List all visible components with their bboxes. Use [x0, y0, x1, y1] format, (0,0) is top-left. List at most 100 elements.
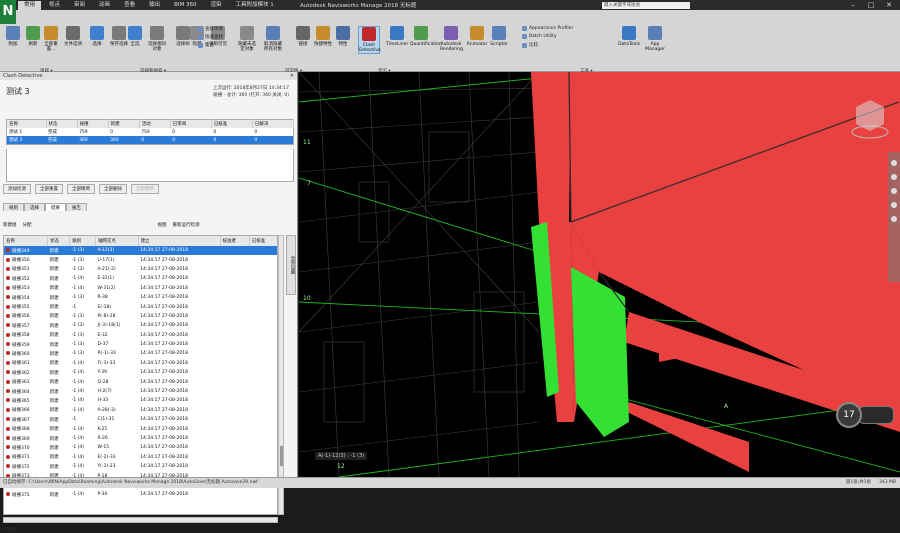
ribbon-button[interactable]: 全选	[124, 26, 146, 47]
result-row[interactable]: 碰撞352 新建 -1 (4) E-32(1) 14:34:17 27-08-2018	[4, 274, 277, 283]
tests-column-header[interactable]: 已解决	[252, 119, 295, 128]
menu-tab[interactable]: 输出	[143, 1, 166, 10]
ribbon-button[interactable]: 链接	[292, 26, 314, 47]
new-group-button[interactable]: 新建组	[3, 222, 17, 228]
ribbon-button[interactable]: Clash Detective	[358, 26, 381, 54]
ribbon-button[interactable]: Quantification	[410, 26, 442, 47]
result-row[interactable]: 碰撞350 新建 -1 (3) U-17(1) 14:34:17 27-08-2018	[4, 255, 277, 264]
menu-tab[interactable]: 动画	[93, 1, 116, 10]
menu-tab[interactable]: 审阅	[68, 1, 91, 10]
result-row[interactable]: 碰撞353 新建 -1 (4) W-31(2) 14:34:17 27-08-2018	[4, 284, 277, 293]
ribbon-small-item[interactable]: 集合	[198, 42, 214, 48]
result-row[interactable]: 碰撞359 新建 -1 (3) D-37 14:34:17 27-08-2018	[4, 340, 277, 349]
result-row[interactable]: 碰撞368 新建 -1 (4) K-25 14:34:17 27-08-2018	[4, 424, 277, 433]
ribbon-small-item[interactable]: 查找项目	[198, 26, 223, 32]
speed-panel[interactable]	[858, 406, 894, 424]
results-column-header[interactable]: 核准者	[220, 236, 250, 246]
look-icon[interactable]	[891, 202, 897, 208]
assign-button[interactable]: 分配	[23, 222, 32, 228]
result-row[interactable]: 碰撞356 新建 -1 (3) P(-8)-28 14:34:17 27-08-2018	[4, 312, 277, 321]
ribbon-button[interactable]: 取消隐藏所有对象	[262, 26, 284, 52]
result-row[interactable]: 碰撞375 新建 -1 (4) P-30 14:34:17 27-08-2018	[4, 490, 277, 499]
ribbon-small-item[interactable]: Batch Utility	[522, 34, 557, 39]
result-row[interactable]: 碰撞349 新建 -1 (3) A-12(3) 14:34:17 27-08-2018	[4, 246, 277, 256]
view-button[interactable]: 视图	[158, 222, 167, 228]
ribbon-button[interactable]: TimeLiner	[386, 26, 408, 47]
test-row[interactable]: 测试 3 完成 360 360 0 0 0 0	[6, 136, 294, 145]
results-column-header[interactable]: 名称	[4, 236, 49, 246]
result-row[interactable]: 碰撞351 新建 -1 (3) A-21(-2) 14:34:17 27-08-2018	[4, 265, 277, 274]
tests-column-header[interactable]: 已核准	[211, 119, 253, 128]
sub-tab[interactable]: 规则	[3, 203, 24, 211]
walk-icon[interactable]	[891, 216, 897, 222]
tests-column-header[interactable]: 新建	[108, 119, 140, 128]
ribbon-button[interactable]: 隐藏未选定对象	[236, 26, 258, 52]
results-column-header[interactable]: 已核准	[249, 236, 277, 246]
sub-tab[interactable]: 报告	[66, 203, 87, 211]
tests-column-header[interactable]: 名称	[6, 119, 47, 128]
tests-column-header[interactable]: 状态	[46, 119, 78, 128]
orbit-icon[interactable]	[891, 188, 897, 194]
ribbon-button[interactable]: 文件选项	[62, 26, 84, 47]
ribbon-button[interactable]: DataTools	[618, 26, 640, 47]
test-action-button[interactable]: 全部更新	[131, 184, 159, 194]
result-row[interactable]: 碰撞369 新建 -1 (4) R-26 14:34:17 27-08-2018	[4, 434, 277, 443]
results-column-header[interactable]: 级别	[69, 236, 96, 246]
ribbon-button[interactable]: 附加	[2, 26, 24, 47]
sub-tab[interactable]: 选择	[24, 203, 45, 211]
scrollbar-thumb[interactable]	[280, 446, 283, 466]
viewcube[interactable]	[850, 96, 890, 142]
3d-viewport[interactable]: 11 7 10 12 A 17 A(-1)-12(3): -1 (3)	[299, 72, 900, 477]
results-column-header[interactable]: 轴网交点	[95, 236, 139, 246]
walk-speed-widget[interactable]: 17	[836, 402, 896, 430]
rerun-button[interactable]: 重新运行检测	[173, 222, 200, 228]
minimize-icon[interactable]: –	[844, 0, 862, 10]
panel-close-icon[interactable]: ✕	[290, 72, 294, 80]
menu-tab[interactable]: 常用	[18, 1, 42, 10]
zoom-icon[interactable]	[891, 174, 897, 180]
ribbon-button[interactable]: 快捷特性	[312, 26, 334, 47]
result-row[interactable]: 碰撞372 新建 -1 (4) Y(-1)-23 14:34:17 27-08-2018	[4, 462, 277, 471]
result-row[interactable]: 碰撞363 新建 -1 (4) Q-28 14:34:17 27-08-2018	[4, 377, 277, 386]
maximize-icon[interactable]: □	[862, 0, 880, 10]
ribbon-small-item[interactable]: Appearance Profiler	[522, 26, 573, 31]
result-row[interactable]: 碰撞355 新建 -1 E(-18) 14:34:17 27-08-2018	[4, 302, 277, 311]
sheet-indicator[interactable]: 第1张,共1张	[846, 478, 871, 488]
pan-icon[interactable]	[891, 160, 897, 166]
menu-tab[interactable]: 查看	[118, 1, 141, 10]
ribbon-button[interactable]: Autodesk Rendering	[440, 26, 463, 52]
tests-column-header[interactable]: 碰撞	[77, 119, 109, 128]
ribbon-button[interactable]: 全部重置...	[40, 26, 62, 52]
navigation-bar[interactable]	[888, 152, 900, 282]
menu-tab[interactable]: 渲染	[204, 1, 227, 10]
help-search-input[interactable]: 键入关键字或短语	[602, 2, 690, 9]
result-row[interactable]: 碰撞371 新建 -1 (4) E(-2)-33 14:34:17 27-08-2018	[4, 453, 277, 462]
result-row[interactable]: 碰撞360 新建 -1 (3) R(-1)-33 14:34:17 27-08-2018	[4, 349, 277, 358]
close-icon[interactable]: ✕	[880, 0, 898, 10]
results-vertical-scrollbar[interactable]	[278, 235, 284, 515]
ribbon-button[interactable]: 特性	[332, 26, 354, 47]
menu-tab[interactable]: BIM 360	[168, 1, 202, 10]
ribbon-button[interactable]: Animator	[466, 26, 488, 47]
tests-column-header[interactable]: 活动	[139, 119, 171, 128]
ribbon-button[interactable]: 选择	[86, 26, 108, 47]
tests-column-header[interactable]: 已审阅	[170, 119, 212, 128]
test-action-button[interactable]: 全部删除	[99, 184, 127, 194]
result-row[interactable]: 碰撞365 新建 -1 (4) H-33 14:34:17 27-08-2018	[4, 396, 277, 405]
test-row[interactable]: 测试 1 完成 759 0 759 0 0 0	[7, 128, 294, 136]
result-row[interactable]: 碰撞370 新建 -1 (4) W-15 14:34:17 27-08-2018	[4, 443, 277, 452]
results-column-header[interactable]: 建立	[138, 236, 221, 246]
ribbon-button[interactable]: Scripter	[488, 26, 510, 47]
ribbon-small-item[interactable]: 快速查找	[198, 34, 223, 40]
result-row[interactable]: 碰撞357 新建 -1 (3) J(-3)-18(1) 14:34:17 27-08-2…	[4, 321, 277, 330]
result-row[interactable]: 碰撞361 新建 -1 (4) F(-3)-33 14:34:17 27-08-2018	[4, 359, 277, 368]
menu-tab[interactable]: 视点	[43, 1, 66, 10]
menu-tab[interactable]: 工具附加模块 1	[230, 1, 280, 10]
test-action-button[interactable]: 全部重置	[35, 184, 63, 194]
test-action-button[interactable]: 添加检测	[3, 184, 31, 194]
results-horizontal-scrollbar[interactable]	[3, 517, 278, 523]
test-action-button[interactable]: 全部精简	[67, 184, 95, 194]
result-row[interactable]: 碰撞366 新建 -1 (4) A-28(-3) 14:34:17 27-08-2018	[4, 406, 277, 415]
result-row[interactable]: 碰撞354 新建 -1 (3) R-38 14:34:17 27-08-2018	[4, 293, 277, 302]
result-row[interactable]: 碰撞362 新建 -1 (4) Y-39 14:34:17 27-08-2018	[4, 368, 277, 377]
